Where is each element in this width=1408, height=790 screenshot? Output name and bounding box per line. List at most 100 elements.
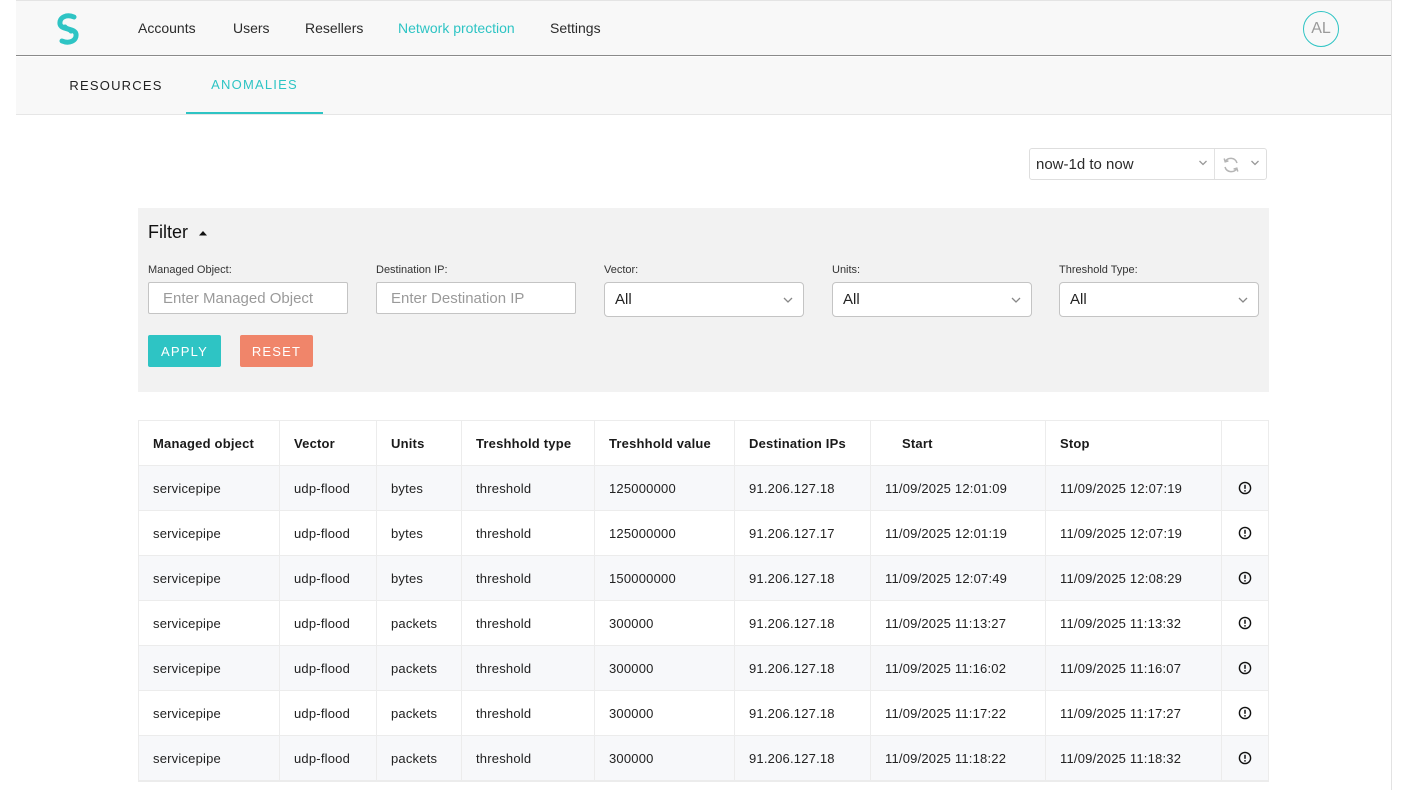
column-header-managed-object[interactable]: Managed object	[139, 421, 280, 465]
column-header-threshold-type[interactable]: Treshhold type	[462, 421, 595, 465]
cell-units: bytes	[377, 466, 462, 510]
cell-threshold-type: threshold	[462, 736, 595, 780]
table-row[interactable]: servicepipe udp-flood packets threshold 3000…	[139, 646, 1268, 691]
vector-select-value: All	[615, 291, 632, 308]
info-icon[interactable]	[1238, 571, 1252, 585]
info-icon[interactable]	[1238, 616, 1252, 630]
units-select[interactable]: All	[832, 282, 1032, 317]
units-label: Units:	[832, 264, 861, 276]
tab-anomalies[interactable]: ANOMALIES	[186, 57, 323, 114]
cell-start: 11/09/2025 11:13:27	[871, 601, 1046, 645]
cell-actions	[1222, 556, 1268, 600]
cell-destination-ip: 91.206.127.18	[735, 556, 871, 600]
column-header-stop[interactable]: Stop	[1046, 421, 1222, 465]
vector-label: Vector:	[604, 264, 639, 276]
cell-units: bytes	[377, 511, 462, 555]
nav-item-accounts[interactable]: Accounts	[138, 20, 196, 36]
cell-destination-ip: 91.206.127.18	[735, 646, 871, 690]
cell-vector: udp-flood	[280, 466, 377, 510]
cell-threshold-value: 300000	[595, 736, 735, 780]
cell-stop: 11/09/2025 12:07:19	[1046, 466, 1222, 510]
cell-actions	[1222, 736, 1268, 780]
cell-vector: udp-flood	[280, 556, 377, 600]
table-header: Managed object Vector Units Treshhold ty…	[139, 421, 1268, 466]
reset-button[interactable]: RESET	[240, 335, 313, 367]
info-icon[interactable]	[1238, 751, 1252, 765]
nav-item-network-protection[interactable]: Network protection	[398, 20, 515, 36]
column-header-start[interactable]: Start	[871, 421, 1046, 465]
nav-item-resellers[interactable]: Resellers	[305, 20, 363, 36]
threshold-type-select-value: All	[1070, 291, 1087, 308]
info-icon[interactable]	[1238, 706, 1252, 720]
cell-actions	[1222, 691, 1268, 735]
column-header-threshold-value[interactable]: Treshhold value	[595, 421, 735, 465]
cell-managed-object: servicepipe	[139, 691, 280, 735]
cell-threshold-type: threshold	[462, 556, 595, 600]
table-body: servicepipe udp-flood bytes threshold 125000…	[139, 466, 1268, 781]
cell-threshold-type: threshold	[462, 601, 595, 645]
filter-panel: Filter Managed Object: Destination IP: V…	[138, 208, 1269, 392]
cell-destination-ip: 91.206.127.18	[735, 691, 871, 735]
cell-threshold-type: threshold	[462, 466, 595, 510]
cell-stop: 11/09/2025 11:13:32	[1046, 601, 1222, 645]
table-row[interactable]: servicepipe udp-flood bytes threshold 150000…	[139, 556, 1268, 601]
threshold-type-select[interactable]: All	[1059, 282, 1259, 317]
cell-units: packets	[377, 646, 462, 690]
time-range-picker[interactable]: now-1d to now	[1029, 148, 1267, 180]
table-row[interactable]: servicepipe udp-flood packets threshold 3000…	[139, 601, 1268, 646]
cell-actions	[1222, 511, 1268, 555]
filter-toggle[interactable]: Filter	[148, 222, 208, 243]
caret-up-icon	[199, 230, 207, 235]
info-icon[interactable]	[1238, 661, 1252, 675]
units-select-value: All	[843, 291, 860, 308]
cell-stop: 11/09/2025 12:07:19	[1046, 511, 1222, 555]
cell-units: packets	[377, 601, 462, 645]
cell-actions	[1222, 466, 1268, 510]
column-header-vector[interactable]: Vector	[280, 421, 377, 465]
cell-threshold-type: threshold	[462, 646, 595, 690]
table-row[interactable]: servicepipe udp-flood packets threshold 3000…	[139, 691, 1268, 736]
cell-destination-ip: 91.206.127.18	[735, 466, 871, 510]
cell-vector: udp-flood	[280, 601, 377, 645]
time-range-value: now-1d to now	[1036, 156, 1134, 173]
table-row[interactable]: servicepipe udp-flood bytes threshold 125000…	[139, 511, 1268, 556]
cell-stop: 11/09/2025 12:08:29	[1046, 556, 1222, 600]
managed-object-input[interactable]	[148, 282, 348, 314]
apply-button[interactable]: APPLY	[148, 335, 221, 367]
sub-tabs: RESOURCES ANOMALIES	[16, 57, 1391, 115]
cell-threshold-type: threshold	[462, 511, 595, 555]
cell-managed-object: servicepipe	[139, 601, 280, 645]
app-frame: Accounts Users Resellers Network protect…	[16, 0, 1392, 790]
refresh-options-chevron-icon[interactable]	[1250, 158, 1260, 168]
tab-resources[interactable]: RESOURCES	[56, 57, 176, 114]
user-avatar[interactable]: AL	[1303, 11, 1339, 47]
destination-ip-input[interactable]	[376, 282, 576, 314]
brand-logo-icon[interactable]	[54, 13, 82, 45]
cell-vector: udp-flood	[280, 691, 377, 735]
cell-actions	[1222, 601, 1268, 645]
cell-threshold-value: 125000000	[595, 466, 735, 510]
info-icon[interactable]	[1238, 481, 1252, 495]
managed-object-label: Managed Object:	[148, 264, 232, 276]
column-header-units[interactable]: Units	[377, 421, 462, 465]
cell-stop: 11/09/2025 11:16:07	[1046, 646, 1222, 690]
vector-select[interactable]: All	[604, 282, 804, 317]
nav-item-users[interactable]: Users	[233, 20, 270, 36]
cell-threshold-value: 300000	[595, 646, 735, 690]
chevron-down-icon	[783, 297, 793, 303]
column-header-destination-ips[interactable]: Destination IPs	[735, 421, 871, 465]
table-row[interactable]: servicepipe udp-flood bytes threshold 125000…	[139, 466, 1268, 511]
cell-stop: 11/09/2025 11:17:27	[1046, 691, 1222, 735]
table-row[interactable]: servicepipe udp-flood packets threshold 3000…	[139, 736, 1268, 781]
refresh-icon[interactable]	[1221, 155, 1241, 175]
destination-ip-label: Destination IP:	[376, 264, 448, 276]
info-icon[interactable]	[1238, 526, 1252, 540]
cell-start: 11/09/2025 11:18:22	[871, 736, 1046, 780]
nav-item-settings[interactable]: Settings	[550, 20, 601, 36]
cell-threshold-type: threshold	[462, 691, 595, 735]
cell-managed-object: servicepipe	[139, 511, 280, 555]
chevron-down-icon	[1238, 297, 1248, 303]
threshold-type-label: Threshold Type:	[1059, 264, 1138, 276]
top-nav: Accounts Users Resellers Network protect…	[16, 0, 1391, 56]
chevron-down-icon	[1199, 160, 1207, 166]
